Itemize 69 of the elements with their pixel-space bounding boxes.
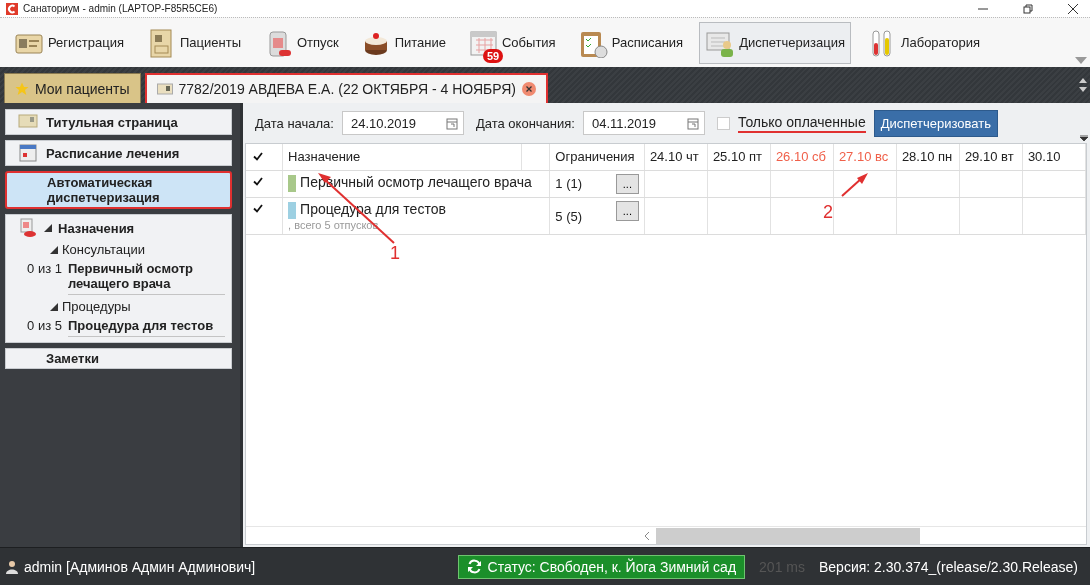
expanded-caret-icon[interactable] bbox=[44, 224, 52, 232]
toolbar-button[interactable]: Отпуск bbox=[257, 21, 345, 64]
toolbar-button[interactable]: Лаборатория bbox=[860, 21, 987, 64]
close-tab-icon[interactable] bbox=[522, 82, 536, 96]
version-text: Версия: 2.30.374_(release/2.30.Release) bbox=[819, 558, 1078, 575]
tree-group-label[interactable]: Процедуры bbox=[62, 299, 131, 314]
day-column-header: 30.10 bbox=[1027, 149, 1061, 165]
close-icon[interactable] bbox=[1068, 3, 1078, 14]
tree-group-label[interactable]: Консультации bbox=[62, 242, 146, 257]
status-indicator[interactable]: Статус: Свободен, к. Йога Зимний сад bbox=[457, 554, 746, 579]
calendar-icon[interactable] bbox=[686, 116, 699, 130]
window-title: Санаториум - admin (LAPTOP-F85R5CE6) bbox=[23, 3, 219, 14]
calendar-icon[interactable] bbox=[445, 116, 458, 130]
tree-section-label[interactable]: Назначения bbox=[58, 220, 135, 236]
user-name: admin [Админов Админ Админович] bbox=[24, 558, 256, 575]
day-column-header: 26.10 сб bbox=[775, 149, 826, 165]
annotation-number: 1 bbox=[390, 243, 400, 264]
tree-item[interactable]: Первичный осмотр лечащего врача bbox=[68, 261, 225, 295]
more-button[interactable]: ... bbox=[615, 173, 639, 194]
card-icon bbox=[156, 83, 173, 95]
toolbar-button[interactable]: Регистрация bbox=[8, 21, 130, 64]
tab[interactable]: 7782/2019 АВДЕВА Е.А. (22 ОКТЯБРЯ - 4 НОЯБРЯ) bbox=[144, 73, 548, 103]
progress-count: 0 из 5 bbox=[26, 318, 62, 333]
sidebar-item[interactable]: Титульная страница bbox=[5, 109, 232, 135]
checkbox[interactable] bbox=[716, 116, 730, 130]
annotation-arrow bbox=[841, 173, 868, 197]
column-header: Ограничения bbox=[555, 149, 635, 165]
scroll-arrows-icon[interactable] bbox=[1079, 77, 1087, 93]
tab-label: 7782/2019 АВДЕВА Е.А. (22 ОКТЯБРЯ - 4 НОЯБРЯ) bbox=[178, 81, 516, 97]
overflow-caret-icon[interactable] bbox=[1080, 135, 1088, 141]
more-button[interactable]: ... bbox=[615, 200, 639, 221]
dispatch-button[interactable]: Диспетчеризовать bbox=[873, 109, 999, 137]
tab-label: Мои пациенты bbox=[35, 80, 130, 97]
tree-item[interactable]: Процедура для тестов bbox=[68, 318, 225, 337]
field-label: Дата начала: bbox=[255, 115, 334, 131]
toolbar-button[interactable]: Расписания bbox=[571, 21, 690, 64]
date-field[interactable]: 24.10.2019 bbox=[341, 111, 464, 135]
scroll-left-icon[interactable] bbox=[644, 530, 650, 541]
progress-count: 0 из 1 bbox=[26, 261, 62, 276]
star-icon bbox=[15, 81, 29, 96]
refresh-icon bbox=[466, 559, 482, 574]
tab[interactable]: Мои пациенты bbox=[4, 73, 141, 103]
toolbar-button[interactable]: Диспетчеризация bbox=[699, 21, 851, 64]
column-header: Назначение bbox=[288, 149, 361, 165]
toolbar-button[interactable]: Пациенты bbox=[140, 21, 247, 64]
restore-icon[interactable] bbox=[1023, 3, 1033, 14]
day-column-header: 24.10 чт bbox=[649, 149, 699, 165]
calendar-icon bbox=[18, 143, 38, 163]
dropdown-caret-icon[interactable] bbox=[1075, 57, 1087, 64]
date-field[interactable]: 04.11.2019 bbox=[582, 111, 705, 135]
prescription-icon bbox=[18, 218, 38, 238]
annotation-number: 2 bbox=[823, 202, 833, 223]
user-icon bbox=[6, 559, 18, 574]
day-column-header: 28.10 пн bbox=[901, 149, 953, 165]
expanded-caret-icon[interactable] bbox=[50, 245, 58, 254]
toolbar-button[interactable]: Питание bbox=[354, 21, 452, 64]
limit-value: 1 (1) bbox=[555, 175, 583, 191]
day-column-header: 27.10 вс bbox=[838, 149, 889, 165]
sidebar-item[interactable]: Расписание лечения bbox=[5, 140, 232, 166]
checkbox-label[interactable]: Только оплаченные bbox=[737, 113, 866, 133]
toolbar-button[interactable]: События 59 bbox=[462, 21, 562, 64]
day-column-header: 25.10 пт bbox=[712, 149, 762, 165]
expanded-caret-icon[interactable] bbox=[50, 302, 58, 311]
limit-value: 5 (5) bbox=[555, 208, 583, 224]
field-label: Дата окончания: bbox=[475, 115, 575, 131]
sidebar-item[interactable]: Заметки bbox=[5, 348, 232, 369]
sidebar-item[interactable]: Автоматическая диспетчеризация bbox=[5, 171, 232, 209]
day-column-header: 29.10 вт bbox=[964, 149, 1014, 165]
scrollbar-thumb[interactable] bbox=[656, 527, 920, 544]
